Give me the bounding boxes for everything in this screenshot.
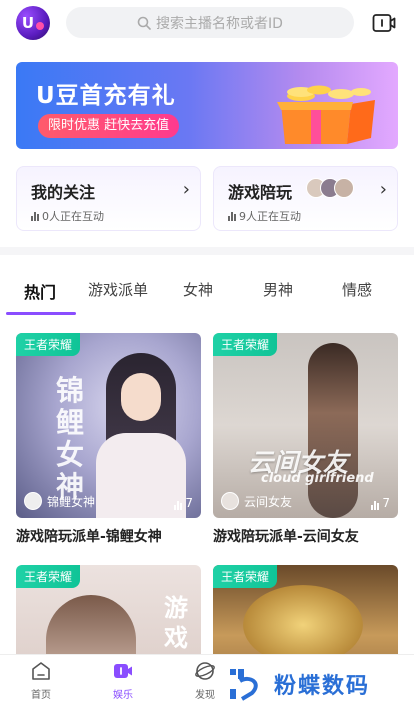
room-card[interactable]: 锦鲤女神 王者荣耀 锦鲤女神 7	[16, 333, 201, 518]
host-face	[121, 373, 161, 421]
headdress-decoration	[243, 585, 363, 665]
search-placeholder: 搜索主播名称或者ID	[156, 15, 283, 32]
overlay-title: 锦鲤女神	[56, 374, 85, 503]
discover-icon	[195, 662, 215, 680]
tab-hot[interactable]: 热门	[24, 279, 56, 303]
avatar	[334, 178, 354, 198]
game-tag: 王者荣耀	[213, 333, 278, 356]
promo-banner[interactable]: U豆首充有礼 限时优惠 赶快去充值	[16, 62, 398, 149]
card-title: 游戏陪玩	[228, 183, 293, 202]
card-status-text: 0人正在互动	[42, 210, 104, 223]
category-tabs: 热门 游戏派单 女神 男神 情感	[0, 270, 414, 315]
viewer-count-text: 7	[185, 496, 193, 510]
chevron-right-icon: ›	[182, 179, 190, 200]
signal-bars-icon	[371, 501, 380, 510]
host-name: 云间女友	[244, 494, 293, 509]
card-status: 9人正在互动	[228, 208, 301, 224]
host-dress	[96, 433, 186, 518]
game-tag: 王者荣耀	[16, 565, 81, 588]
tab-goddess[interactable]: 女神	[183, 279, 213, 300]
nav-label: 发现	[195, 690, 215, 701]
avatar-stack	[306, 178, 354, 198]
signal-bars-icon	[31, 211, 39, 221]
host-name: 锦鲤女神	[47, 494, 96, 509]
game-tag: 王者荣耀	[16, 333, 81, 356]
tab-male-god[interactable]: 男神	[263, 279, 293, 300]
nav-label: 首页	[31, 690, 51, 701]
game-companion-card[interactable]: 游戏陪玩 › 9人正在互动	[213, 166, 398, 231]
game-tag: 王者荣耀	[213, 565, 278, 588]
watermark-text: 粉蝶数码	[274, 674, 371, 699]
search-icon	[137, 16, 151, 30]
room-card[interactable]: 云间女友 cloud girlfriend 王者荣耀 云间女友 7	[213, 333, 398, 518]
app-logo[interactable]: U	[16, 6, 50, 40]
nav-entertainment[interactable]: 娱乐	[98, 660, 148, 701]
nav-label: 娱乐	[113, 690, 133, 701]
chevron-right-icon: ›	[379, 179, 387, 200]
section-divider	[0, 247, 414, 255]
banner-title: U豆首充有礼	[36, 83, 176, 109]
overlay-title: 游戏	[164, 594, 188, 652]
active-tab-indicator	[6, 312, 76, 315]
host-portrait	[308, 343, 358, 518]
room-title[interactable]: 游戏陪玩派单-锦鲤女神	[16, 526, 162, 546]
my-follows-card[interactable]: 我的关注 › 0人正在互动	[16, 166, 201, 231]
banner-subtitle: 限时优惠 赶快去充值	[38, 114, 180, 138]
viewer-count: 7	[174, 496, 193, 510]
tab-emotion[interactable]: 情感	[342, 279, 372, 300]
nav-home[interactable]: 首页	[16, 660, 66, 701]
home-icon	[32, 662, 50, 680]
card-title: 我的关注	[31, 183, 96, 202]
watermark-logo-icon	[230, 669, 258, 701]
signal-bars-icon	[228, 211, 236, 221]
app-logo-text: U	[21, 14, 35, 32]
viewer-count-text: 7	[382, 496, 390, 510]
card-status-text: 9人正在互动	[239, 210, 301, 223]
avatar	[24, 492, 42, 510]
signal-bars-icon	[174, 501, 183, 510]
tab-game-dispatch[interactable]: 游戏派单	[88, 279, 148, 300]
search-bar[interactable]: 搜索主播名称或者ID	[66, 7, 354, 38]
gift-box-icon	[277, 85, 375, 144]
card-status: 0人正在互动	[31, 208, 104, 224]
top-bar: U 搜索主播名称或者ID	[0, 0, 414, 46]
avatar	[221, 492, 239, 510]
nav-discover[interactable]: 发现	[180, 660, 230, 701]
viewer-count: 7	[371, 496, 390, 510]
watermark: 粉蝶数码	[228, 662, 414, 706]
overlay-subtitle: cloud girlfriend	[261, 471, 374, 486]
entertainment-icon	[114, 664, 132, 678]
live-camera-icon[interactable]	[372, 12, 396, 34]
room-title[interactable]: 游戏陪玩派单-云间女友	[213, 526, 359, 546]
host-info: 锦鲤女神	[24, 492, 95, 510]
host-info: 云间女友	[221, 492, 292, 510]
